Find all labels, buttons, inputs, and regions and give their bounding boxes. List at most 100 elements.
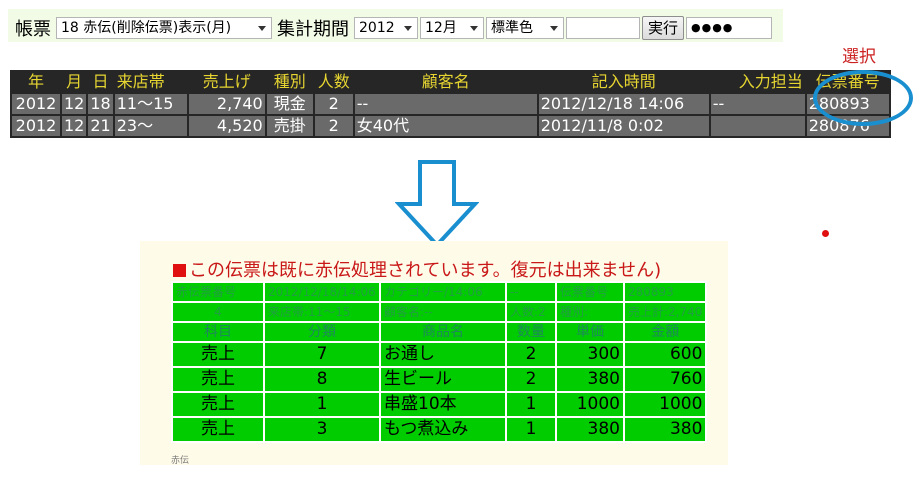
- item-amount: 1000: [622, 391, 708, 418]
- item-qty: 1: [505, 416, 557, 443]
- select-annotation: 選択: [842, 47, 876, 67]
- item-amount: 600: [622, 341, 708, 368]
- info-row: 4 来店帯:11～15 顧客名:-- 人数:2 種別: 売上計:2,740: [171, 301, 708, 323]
- info-cell: 4: [171, 301, 265, 323]
- header-amount: 金額: [622, 321, 708, 343]
- info-cell: 伝票番号: [555, 281, 625, 303]
- header-visit-time: 来店帯: [112, 70, 189, 94]
- table-row[interactable]: 2012 12 21 23～ 4,520 売掛 2 女40代 2012/11/8…: [10, 114, 891, 138]
- cell-year: 2012: [10, 114, 62, 138]
- color-select[interactable]: 標準色: [486, 16, 564, 39]
- info-cell: --: [505, 281, 557, 303]
- cell-entry-time: 2012/11/8 0:02: [536, 114, 711, 138]
- year-select-value: 2012: [359, 19, 395, 36]
- run-button[interactable]: 実行: [642, 15, 685, 40]
- panel-footer: 赤伝: [171, 456, 190, 466]
- table-header-row: 年 月 日 来店帯 売上げ 種別 人数 顧客名 記入時間 入力担当 伝票番号: [10, 70, 891, 94]
- slip-select-value: 18 赤伝(削除伝票)表示(月): [61, 19, 232, 36]
- cell-staff: --: [708, 92, 807, 116]
- info-cell: 種別:: [555, 301, 625, 323]
- table-row: 売上 8 生ビール 2 380 760: [171, 366, 708, 393]
- table-row[interactable]: 2012 12 18 11～15 2,740 現金 2 -- 2012/12/1…: [10, 92, 891, 116]
- slip-detail-panel: この伝票は既に赤伝処理されています。復元は出来ません) 赤伝票番号 2012/1…: [140, 241, 728, 466]
- info-cell: 顧客名:--: [379, 301, 507, 323]
- color-select-value: 標準色: [491, 19, 533, 36]
- header-unit-price: 単価: [555, 321, 625, 343]
- header-customer: 顧客名: [352, 70, 539, 94]
- slip-select[interactable]: 18 赤伝(削除伝票)表示(月): [56, 16, 272, 39]
- item-account: 売上: [171, 416, 265, 443]
- header-product: 商品名: [379, 321, 507, 343]
- sales-table: 年 月 日 来店帯 売上げ 種別 人数 顧客名 記入時間 入力担当 伝票番号 2…: [10, 70, 891, 138]
- period-label: 集計期間: [277, 18, 349, 40]
- chevron-down-icon: [258, 25, 266, 31]
- red-slip-message-text: この伝票は既に赤伝処理されています。復元は出来ません): [189, 260, 662, 281]
- item-qty: 2: [505, 341, 557, 368]
- cell-day: 21: [86, 114, 115, 138]
- red-slip-message: この伝票は既に赤伝処理されています。復元は出来ません): [173, 256, 661, 282]
- info-cell: 来店帯:11～15: [263, 301, 381, 323]
- item-unit-price: 380: [555, 416, 625, 443]
- cell-type: 現金: [264, 92, 315, 116]
- year-select[interactable]: 2012: [354, 16, 418, 39]
- header-type: 種別: [264, 70, 315, 94]
- header-sales: 売上げ: [186, 70, 267, 94]
- cell-day: 18: [86, 92, 115, 116]
- header-staff: 入力担当: [708, 70, 807, 94]
- header-people: 人数: [312, 70, 355, 94]
- cell-month: 12: [59, 92, 89, 116]
- item-amount: 760: [622, 366, 708, 393]
- item-amount: 380: [622, 416, 708, 443]
- header-entry-time: 記入時間: [536, 70, 711, 94]
- item-product: 生ビール: [379, 366, 507, 393]
- password-field[interactable]: ●●●●: [686, 16, 773, 39]
- item-product: もつ煮込み: [379, 416, 507, 443]
- month-select[interactable]: 12月: [420, 16, 484, 39]
- header-account: 科目: [171, 321, 265, 343]
- cell-customer: --: [352, 92, 539, 116]
- item-product: お通し: [379, 341, 507, 368]
- month-select-value: 12月: [425, 19, 457, 36]
- table-row: 売上 1 串盛10本 1 1000 1000: [171, 391, 708, 418]
- item-unit-price: 380: [555, 366, 625, 393]
- header-month: 月: [59, 70, 89, 94]
- table-row: 売上 7 お通し 2 300 600: [171, 341, 708, 368]
- info-cell: 人数:2: [505, 301, 557, 323]
- cell-visit-time: 11～15: [112, 92, 189, 116]
- cell-people: 2: [312, 92, 355, 116]
- header-year: 年: [10, 70, 62, 94]
- item-category: 1: [263, 391, 381, 418]
- cell-people: 2: [312, 114, 355, 138]
- item-category: 8: [263, 366, 381, 393]
- item-unit-price: 1000: [555, 391, 625, 418]
- item-qty: 1: [505, 391, 557, 418]
- table-row: 売上 3 もつ煮込み 1 380 380: [171, 416, 708, 443]
- chevron-down-icon: [550, 25, 558, 31]
- cell-sales: 2,740: [186, 92, 267, 116]
- item-account: 売上: [171, 341, 265, 368]
- cell-staff: [708, 114, 807, 138]
- item-product: 串盛10本: [379, 391, 507, 418]
- cell-type: 売掛: [264, 114, 315, 138]
- cell-entry-time: 2012/12/18 14:06: [536, 92, 711, 116]
- detail-header-row: 科目 分類 商品名 数量 単価 金額: [171, 321, 708, 343]
- item-unit-price: 300: [555, 341, 625, 368]
- selection-circle: [813, 70, 913, 126]
- item-category: 7: [263, 341, 381, 368]
- toolbar: 帳票 18 赤伝(削除伝票)表示(月) 集計期間 2012 12月 標準色 実行…: [8, 9, 783, 42]
- chevron-down-icon: [404, 25, 412, 31]
- red-dot: [822, 230, 829, 237]
- cell-month: 12: [59, 114, 89, 138]
- cell-customer: 女40代: [352, 114, 539, 138]
- chevron-down-icon: [470, 25, 478, 31]
- info-cell: 2012/12/18/14:06: [263, 281, 381, 303]
- item-qty: 2: [505, 366, 557, 393]
- header-day: 日: [86, 70, 115, 94]
- text-input[interactable]: [566, 16, 640, 39]
- item-category: 3: [263, 416, 381, 443]
- info-cell: 売上計:2,740: [622, 301, 708, 323]
- item-account: 売上: [171, 391, 265, 418]
- cell-sales: 4,520: [186, 114, 267, 138]
- item-account: 売上: [171, 366, 265, 393]
- slip-detail-table: 赤伝票番号 2012/12/18/14:06 カテゴリー/14:06 -- 伝票…: [171, 281, 708, 443]
